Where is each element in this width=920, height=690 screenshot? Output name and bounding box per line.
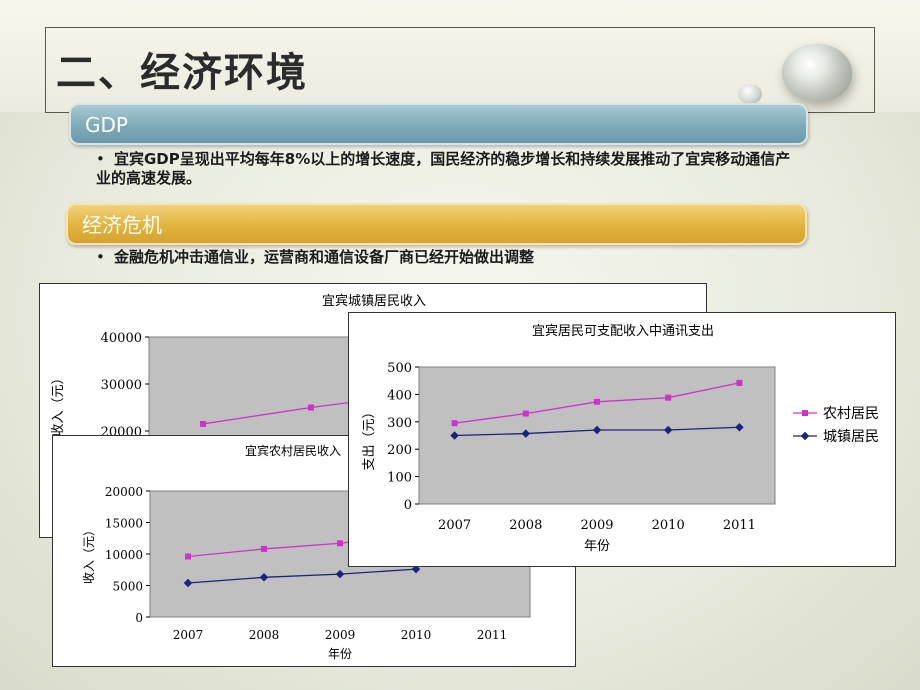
y-tick-label: 400 xyxy=(387,388,412,403)
gdp-heading-bar: GDP xyxy=(69,103,808,145)
communication-spending-chart: 宜宾居民可支配收入中通讯支出 500 400 300 200 100 0 支出（元） 2007 2… xyxy=(348,312,896,567)
bullet-dot: • xyxy=(96,150,105,168)
x-tick-label: 2008 xyxy=(249,628,280,642)
data-point xyxy=(665,394,672,401)
legend-marker xyxy=(802,410,808,416)
communication-spending-chart-svg: 宜宾居民可支配收入中通讯支出 500 400 300 200 100 0 支出（元） 2007 2… xyxy=(362,323,879,554)
x-tick-label: 2011 xyxy=(723,518,756,533)
gdp-bullet-text: 宜宾GDP呈现出平均每年8%以上的增长速度，国民经济的稳步增长和持续发展推动了宜… xyxy=(96,150,791,187)
data-point xyxy=(261,545,267,552)
crisis-heading-bar: 经济危机 xyxy=(66,203,807,245)
x-tick-label: 2009 xyxy=(325,628,356,642)
chart-title: 宜宾城镇居民收入 xyxy=(322,293,426,309)
data-point xyxy=(522,410,529,417)
x-axis-label: 年份 xyxy=(328,647,352,661)
bullet-dot: • xyxy=(96,248,105,266)
water-drop-decoration xyxy=(782,44,852,102)
y-axis-label: 支出（元） xyxy=(362,405,377,470)
x-tick-label: 2007 xyxy=(438,518,471,533)
chart-title: 宜宾农村居民收入 xyxy=(245,443,341,458)
chart-title: 宜宾居民可支配收入中通讯支出 xyxy=(532,323,714,339)
x-tick-label: 2009 xyxy=(580,518,613,533)
y-tick-label: 200 xyxy=(387,443,412,458)
y-tick-label: 100 xyxy=(387,471,412,486)
data-point xyxy=(451,420,458,427)
y-tick-label: 20000 xyxy=(105,485,143,499)
data-point xyxy=(200,420,206,427)
crisis-bullet-text: 金融危机冲击通信业，运营商和通信设备厂商已经开始做出调整 xyxy=(114,248,535,266)
y-axis-label: 收入（元） xyxy=(82,524,96,584)
y-tick-label: 30000 xyxy=(101,378,142,393)
data-point xyxy=(185,553,191,560)
y-tick-label: 5000 xyxy=(112,580,143,594)
crisis-bullet: • 金融危机冲击通信业，运营商和通信设备厂商已经开始做出调整 xyxy=(96,248,796,267)
data-point xyxy=(594,398,600,405)
y-tick-label: 0 xyxy=(404,498,412,513)
y-axis-label: 收入（元） xyxy=(51,371,66,436)
y-tick-label: 10000 xyxy=(105,548,143,562)
y-tick-label: 500 xyxy=(387,361,412,376)
water-drop-small-decoration xyxy=(738,84,762,104)
gdp-bullet: • 宜宾GDP呈现出平均每年8%以上的增长速度，国民经济的稳步增长和持续发展推动了… xyxy=(96,150,796,188)
x-tick-label: 2011 xyxy=(477,628,508,642)
x-tick-label: 2010 xyxy=(401,628,432,642)
x-tick-label: 2007 xyxy=(173,628,204,642)
y-tick-label: 15000 xyxy=(105,517,143,531)
slide-title: 二、经济环境 xyxy=(56,50,308,96)
legend-label: 农村居民 xyxy=(823,406,879,422)
crisis-heading: 经济危机 xyxy=(82,213,162,237)
data-point xyxy=(337,540,343,547)
y-tick-label: 300 xyxy=(387,416,412,431)
y-tick-label: 0 xyxy=(135,611,143,625)
x-tick-label: 2008 xyxy=(509,518,542,533)
legend-marker xyxy=(800,431,810,441)
x-tick-label: 2010 xyxy=(652,518,685,533)
gdp-heading: GDP xyxy=(85,113,128,137)
x-axis-label: 年份 xyxy=(584,539,610,554)
data-point xyxy=(308,404,314,411)
y-tick-label: 40000 xyxy=(101,331,142,346)
data-point xyxy=(736,379,743,386)
legend-label: 城镇居民 xyxy=(823,429,879,445)
